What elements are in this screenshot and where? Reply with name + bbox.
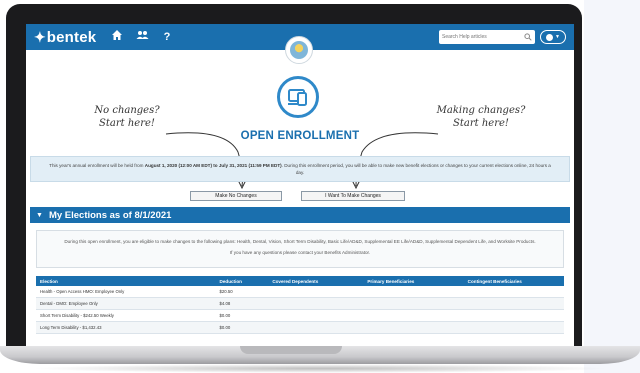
info-text: During this open enrollment, you are eli… (64, 239, 536, 244)
table-row[interactable]: Health - Open Access HMO: Employee Only … (36, 286, 564, 298)
table-cell: Long Term Disability - $1,432.43 (36, 321, 216, 334)
column-header: Contingent Beneficiaries (463, 276, 564, 286)
laptop-bezel: ✦ bentek ? ▼ (6, 4, 582, 352)
people-icon[interactable] (135, 29, 149, 46)
background-panel (584, 0, 640, 373)
table-cell (268, 309, 364, 322)
annotation-line: Start here! (99, 118, 155, 129)
enrollment-devices-icon (277, 76, 319, 118)
notice-dates: August 1, 2020 (12:00 AM EDT) to July 31… (144, 163, 282, 168)
chevron-down-icon: ▼ (36, 211, 43, 219)
column-header: Election (36, 276, 216, 286)
elections-info-box: During this open enrollment, you are eli… (36, 230, 564, 268)
laptop-shadow (30, 364, 610, 373)
company-logo (285, 36, 313, 64)
elections-section-header[interactable]: ▼ My Elections as of 8/1/2021 (30, 207, 570, 223)
table-cell (463, 286, 564, 298)
chevron-down-icon: ▼ (555, 34, 560, 40)
annotation-line: Making changes? (436, 105, 526, 116)
notice-prefix: This year's annual enrollment will be he… (49, 163, 145, 168)
brand-logo[interactable]: ✦ bentek (34, 27, 96, 47)
table-cell: Short Term Disability - $242.50 Weekly (36, 309, 216, 322)
annotation-no-changes: No changes? Start here! (82, 104, 172, 130)
user-menu-button[interactable]: ▼ (540, 30, 566, 44)
column-header: Primary Beneficiaries (363, 276, 464, 286)
table-cell: Dental - DMO: Employee Only (36, 297, 216, 310)
table-cell (463, 321, 564, 334)
table-cell: $0.00 (215, 321, 269, 334)
make-no-changes-button[interactable]: Make No Changes (190, 191, 282, 201)
brand-mark-icon: ✦ (34, 28, 46, 45)
table-cell (363, 297, 464, 310)
home-icon[interactable] (110, 29, 124, 46)
table-cell (463, 309, 564, 322)
table-cell: $20.50 (215, 286, 269, 298)
notice-suffix: . During this enrollment period, you wil… (281, 163, 551, 175)
nav-icons: ? (110, 29, 174, 46)
elections-table: Election Deduction Covered Dependents Pr… (36, 276, 564, 334)
annotation-making-changes: Making changes? Start here! (426, 104, 536, 130)
table-cell: Health - Open Access HMO: Employee Only (36, 286, 216, 298)
search-input[interactable] (439, 31, 522, 43)
table-cell (463, 297, 564, 310)
table-cell (268, 321, 364, 334)
table-cell: $4.08 (215, 297, 269, 310)
table-cell (363, 321, 464, 334)
company-logo-icon (290, 41, 308, 59)
table-cell (268, 286, 364, 298)
table-row[interactable]: Short Term Disability - $242.50 Weekly $… (36, 309, 564, 322)
table-cell: $0.00 (215, 309, 269, 322)
annotation-line: Start here! (453, 118, 509, 129)
column-header: Deduction (215, 276, 269, 286)
help-icon[interactable]: ? (160, 29, 174, 46)
make-changes-button[interactable]: I Want To Make Changes (301, 191, 405, 201)
table-row[interactable]: Long Term Disability - $1,432.43 $0.00 (36, 321, 564, 334)
table-cell (363, 286, 464, 298)
table-cell (363, 309, 464, 322)
user-avatar-icon (546, 33, 554, 41)
annotation-line: No changes? (94, 105, 160, 116)
brand-name: bentek (46, 28, 97, 46)
search-icon[interactable] (521, 30, 535, 44)
page-title: OPEN ENROLLMENT (240, 130, 360, 142)
app-screen: ✦ bentek ? ▼ (26, 24, 574, 352)
table-row[interactable]: Dental - DMO: Employee Only $4.08 (36, 297, 564, 310)
table-cell (268, 297, 364, 310)
enrollment-notice: This year's annual enrollment will be he… (30, 156, 570, 182)
laptop-notch (240, 346, 342, 354)
table-header-row: Election Deduction Covered Dependents Pr… (36, 276, 564, 286)
search-box (439, 30, 535, 44)
elections-section-title: My Elections as of 8/1/2021 (48, 209, 172, 221)
info-text: If you have any questions please contact… (229, 249, 371, 255)
column-header: Covered Dependents (268, 276, 364, 286)
